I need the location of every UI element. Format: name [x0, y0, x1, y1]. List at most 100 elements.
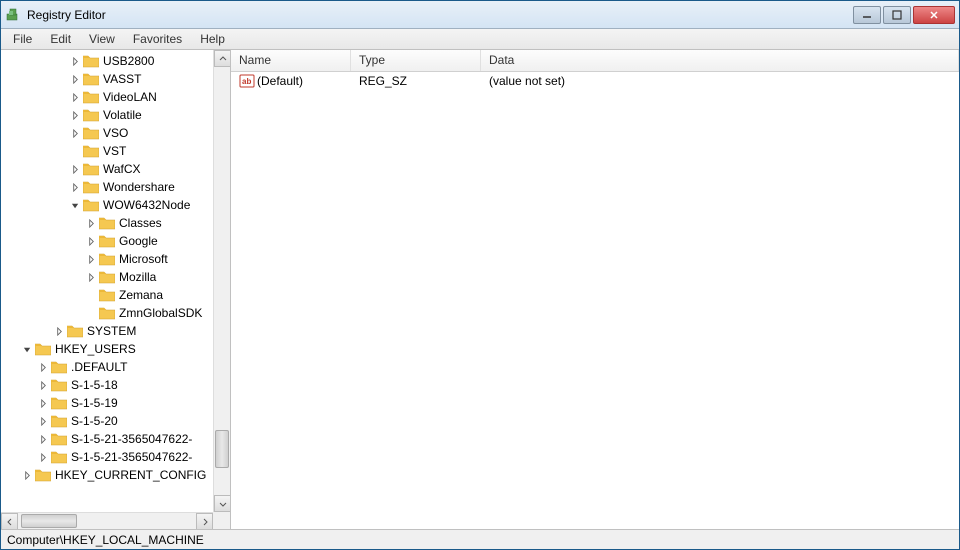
titlebar[interactable]: Registry Editor	[1, 1, 959, 29]
menu-view[interactable]: View	[81, 30, 123, 48]
tree-node[interactable]: S-1-5-19	[1, 394, 213, 412]
value-row[interactable]: (Default)REG_SZ(value not set)	[231, 72, 959, 90]
expand-icon[interactable]	[69, 73, 81, 85]
menu-file[interactable]: File	[5, 30, 40, 48]
expand-icon[interactable]	[37, 361, 49, 373]
tree-node-label: HKEY_USERS	[55, 342, 136, 356]
tree-node[interactable]: Wondershare	[1, 178, 213, 196]
tree-node-label: Volatile	[103, 108, 142, 122]
folder-icon	[83, 180, 99, 194]
tree-node[interactable]: Google	[1, 232, 213, 250]
folder-icon	[99, 234, 115, 248]
expand-icon[interactable]	[85, 217, 97, 229]
expand-icon[interactable]	[37, 451, 49, 463]
tree-node[interactable]: S-1-5-21-3565047622-	[1, 448, 213, 466]
tree-vertical-scrollbar[interactable]	[213, 50, 230, 512]
tree-node[interactable]: WafCX	[1, 160, 213, 178]
tree-node-label: VASST	[103, 72, 141, 86]
expand-icon[interactable]	[85, 235, 97, 247]
folder-icon	[67, 324, 83, 338]
tree-node-label: S-1-5-18	[71, 378, 118, 392]
values-list[interactable]: (Default)REG_SZ(value not set)	[231, 72, 959, 529]
values-pane: Name Type Data (Default)REG_SZ(value not…	[231, 50, 959, 529]
expand-icon[interactable]	[69, 127, 81, 139]
tree-node[interactable]: .DEFAULT	[1, 358, 213, 376]
folder-icon	[99, 216, 115, 230]
tree-node[interactable]: Classes	[1, 214, 213, 232]
tree-node[interactable]: VSO	[1, 124, 213, 142]
tree-horizontal-scrollbar[interactable]	[1, 512, 213, 529]
scroll-left-button[interactable]	[1, 513, 18, 529]
app-icon	[5, 7, 21, 23]
tree-node[interactable]: Microsoft	[1, 250, 213, 268]
expand-icon[interactable]	[69, 91, 81, 103]
tree-node-label: S-1-5-21-3565047622-	[71, 432, 192, 446]
tree-node-label: VSO	[103, 126, 128, 140]
tree-node[interactable]: S-1-5-21-3565047622-	[1, 430, 213, 448]
expand-icon[interactable]	[53, 325, 65, 337]
scroll-right-button[interactable]	[196, 513, 213, 529]
tree-node[interactable]: S-1-5-20	[1, 412, 213, 430]
tree-node[interactable]: Zemana	[1, 286, 213, 304]
column-header-data[interactable]: Data	[481, 50, 959, 71]
scrollbar-thumb[interactable]	[21, 514, 77, 528]
window-buttons	[853, 6, 955, 24]
folder-icon	[99, 288, 115, 302]
expand-icon[interactable]	[69, 109, 81, 121]
expand-icon[interactable]	[37, 433, 49, 445]
window-title: Registry Editor	[27, 8, 853, 22]
tree-node[interactable]: ZmnGlobalSDK	[1, 304, 213, 322]
expand-icon[interactable]	[37, 415, 49, 427]
menu-edit[interactable]: Edit	[42, 30, 79, 48]
values-header: Name Type Data	[231, 50, 959, 72]
tree-node-label: USB2800	[103, 54, 154, 68]
collapse-icon[interactable]	[21, 343, 33, 355]
column-header-name[interactable]: Name	[231, 50, 351, 71]
expand-icon[interactable]	[85, 271, 97, 283]
tree-node-label: .DEFAULT	[71, 360, 127, 374]
value-name: (Default)	[257, 74, 303, 88]
expand-icon[interactable]	[85, 253, 97, 265]
tree-node[interactable]: HKEY_USERS	[1, 340, 213, 358]
tree-node-label: Google	[119, 234, 158, 248]
folder-icon	[83, 144, 99, 158]
expand-icon[interactable]	[69, 55, 81, 67]
tree-pane: USB2800 VASST VideoLAN Volatile VSO VSTWafCX W…	[1, 50, 231, 529]
menu-favorites[interactable]: Favorites	[125, 30, 190, 48]
expand-icon[interactable]	[69, 181, 81, 193]
expand-icon[interactable]	[37, 397, 49, 409]
tree-node[interactable]: HKEY_CURRENT_CONFIG	[1, 466, 213, 484]
collapse-icon[interactable]	[69, 199, 81, 211]
expand-icon[interactable]	[37, 379, 49, 391]
folder-icon	[51, 360, 67, 374]
tree-node[interactable]: SYSTEM	[1, 322, 213, 340]
scroll-up-button[interactable]	[214, 50, 230, 67]
no-expand	[85, 289, 97, 301]
tree-node-label: Wondershare	[103, 180, 175, 194]
tree-node[interactable]: VideoLAN	[1, 88, 213, 106]
scroll-down-button[interactable]	[214, 495, 230, 512]
folder-icon	[51, 450, 67, 464]
minimize-button[interactable]	[853, 6, 881, 24]
tree-node[interactable]: Mozilla	[1, 268, 213, 286]
tree-node-label: WOW6432Node	[103, 198, 190, 212]
registry-tree[interactable]: USB2800 VASST VideoLAN Volatile VSO VSTWafCX W…	[1, 50, 213, 486]
no-expand	[69, 145, 81, 157]
tree-node[interactable]: VASST	[1, 70, 213, 88]
column-header-type[interactable]: Type	[351, 50, 481, 71]
folder-icon	[99, 270, 115, 284]
close-button[interactable]	[913, 6, 955, 24]
expand-icon[interactable]	[21, 469, 33, 481]
tree-node[interactable]: VST	[1, 142, 213, 160]
folder-icon	[51, 414, 67, 428]
tree-node-label: Classes	[119, 216, 162, 230]
tree-node[interactable]: S-1-5-18	[1, 376, 213, 394]
expand-icon[interactable]	[69, 163, 81, 175]
tree-node-label: Microsoft	[119, 252, 168, 266]
maximize-button[interactable]	[883, 6, 911, 24]
tree-node[interactable]: Volatile	[1, 106, 213, 124]
scrollbar-thumb[interactable]	[215, 430, 229, 468]
tree-node[interactable]: USB2800	[1, 52, 213, 70]
menu-help[interactable]: Help	[192, 30, 233, 48]
tree-node[interactable]: WOW6432Node	[1, 196, 213, 214]
